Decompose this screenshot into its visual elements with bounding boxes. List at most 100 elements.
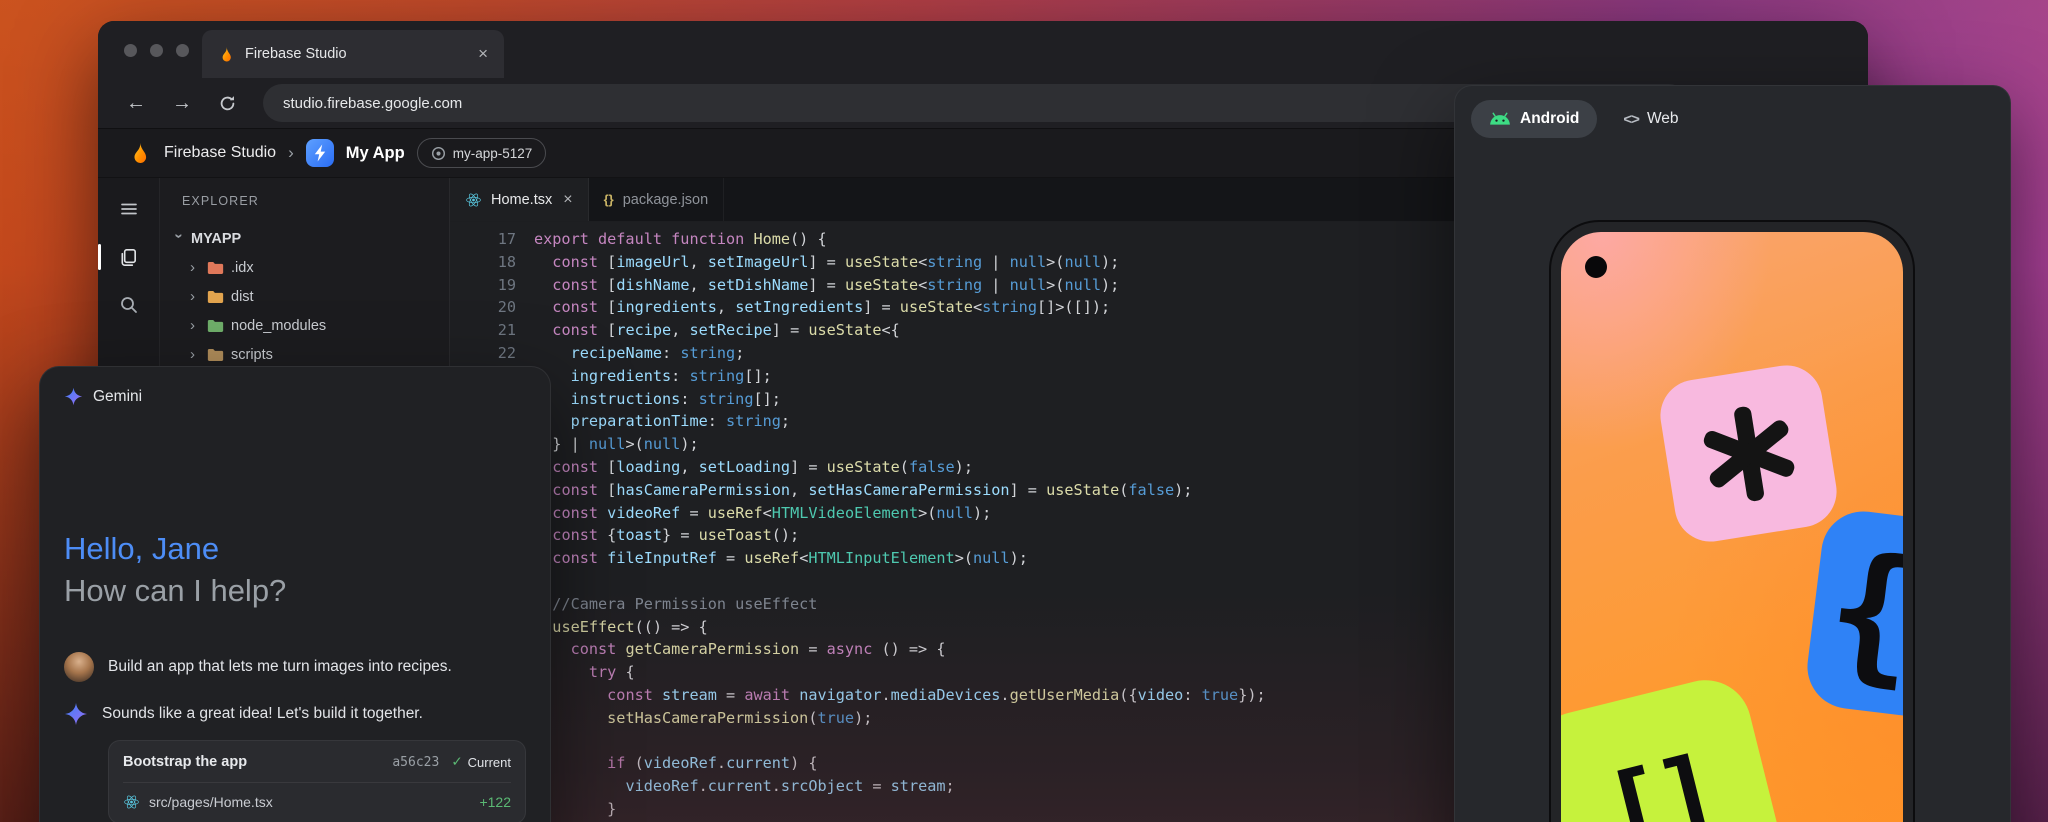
explorer-item-.idx[interactable]: ›.idx [160, 253, 449, 282]
current-badge: Current [468, 755, 511, 770]
editor-tab-home-tsx[interactable]: Home.tsx × [450, 178, 589, 221]
bootstrap-card-header: Bootstrap the app a56c23 ✓ Current [123, 754, 511, 770]
chevron-down-icon: › [171, 234, 188, 244]
device-preview-panel: Android <> Web [1454, 85, 2011, 822]
tab-close-icon[interactable]: × [563, 191, 572, 209]
window-controls [124, 44, 189, 57]
user-avatar [64, 652, 94, 682]
files-icon [118, 247, 139, 268]
bracket-glyph: [] [1594, 742, 1721, 822]
android-icon [1489, 112, 1511, 126]
bootstrap-card[interactable]: Bootstrap the app a56c23 ✓ Current src/p… [108, 740, 526, 822]
folder-icon [207, 348, 224, 362]
toggle-android-label: Android [1520, 110, 1579, 128]
window-maximize-button[interactable] [176, 44, 189, 57]
explorer-item-node_modules[interactable]: › node_modules [160, 311, 449, 340]
app-preview-screen[interactable]: { [] [1561, 232, 1903, 822]
browser-titlebar: Firebase Studio × [98, 21, 1868, 78]
explorer-item-label: .idx [231, 260, 254, 276]
app-name[interactable]: My App [346, 144, 405, 163]
explorer-title: EXPLORER [160, 194, 449, 208]
json-icon: {} [604, 192, 614, 207]
chat-message-gemini: Sounds like a great idea! Let's build it… [64, 702, 526, 726]
product-name[interactable]: Firebase Studio [164, 144, 276, 162]
brace-glyph: { [1820, 533, 1903, 691]
browser-tab[interactable]: Firebase Studio × [202, 30, 504, 78]
tab-close-icon[interactable]: × [478, 44, 488, 64]
toggle-android[interactable]: Android [1471, 100, 1597, 138]
search-view-button[interactable] [98, 288, 159, 322]
editor-tab-label: Home.tsx [491, 192, 552, 208]
react-icon [123, 794, 140, 810]
explorer-view-button[interactable] [98, 240, 159, 274]
chat-message-user: Build an app that lets me turn images in… [64, 652, 526, 682]
desktop-background: Firebase Studio × ← → studio.firebase.go… [0, 0, 2048, 822]
toggle-web[interactable]: <> Web [1623, 110, 1678, 128]
menu-button[interactable] [98, 192, 159, 226]
gemini-star-icon [64, 387, 83, 406]
firebase-favicon [218, 46, 235, 63]
explorer-item-dist[interactable]: › dist [160, 282, 449, 311]
asterisk-icon [1687, 392, 1811, 516]
folder-icon [207, 261, 224, 275]
gemini-greeting: Hello, Jane How can I help? [64, 528, 526, 612]
changed-file-row[interactable]: src/pages/Home.tsx +122 [123, 794, 511, 810]
back-icon[interactable]: ← [126, 93, 146, 113]
url-text: studio.firebase.google.com [283, 95, 462, 112]
hamburger-icon [119, 199, 139, 219]
phone-mockup: { [] [1549, 220, 1915, 822]
line-number: 22 [450, 342, 516, 365]
chat-message-text: Build an app that lets me turn images in… [108, 658, 452, 676]
breadcrumb-chevron-icon: › [288, 143, 294, 163]
editor-tab-label: package.json [623, 192, 708, 208]
blue-brace-shape: { [1803, 507, 1903, 728]
search-icon [119, 295, 139, 315]
preview-target-toggle: Android <> Web [1471, 100, 1679, 138]
explorer-item-label: dist [231, 289, 254, 305]
line-number: 19 [450, 274, 516, 297]
explorer-root-label: MYAPP [191, 231, 241, 247]
chevron-right-icon: › [190, 317, 200, 334]
chevron-right-icon: › [190, 346, 200, 363]
app-id-badge[interactable]: my-app-5127 [417, 138, 547, 168]
greeting-line-1: Hello, Jane [64, 528, 526, 570]
explorer-item-label: node_modules [231, 318, 326, 334]
editor-tab-package-json[interactable]: {} package.json [589, 178, 725, 221]
explorer-item-label: scripts [231, 347, 273, 363]
commit-hash: a56c23 [392, 755, 439, 770]
toggle-web-label: Web [1647, 110, 1679, 128]
explorer-item-scripts[interactable]: › scripts [160, 340, 449, 369]
gemini-title: Gemini [93, 388, 142, 406]
window-minimize-button[interactable] [150, 44, 163, 57]
line-number: 21 [450, 319, 516, 342]
folder-icon [207, 319, 224, 333]
bootstrap-card-title: Bootstrap the app [123, 754, 392, 770]
firebase-logo-icon [128, 141, 152, 165]
file-tree: › MYAPP ›.idx›dist›node_modules›scripts [160, 224, 449, 369]
lime-bracket-shape: [] [1561, 670, 1793, 822]
window-close-button[interactable] [124, 44, 137, 57]
greeting-line-2: How can I help? [64, 570, 526, 612]
phone-camera-dot [1585, 256, 1607, 278]
gemini-header: Gemini [64, 387, 526, 406]
explorer-tree-items: ›.idx › dist › node_modules › scripts [160, 253, 449, 369]
pink-asterisk-shape [1655, 360, 1841, 546]
code-brackets-icon: <> [1623, 111, 1639, 128]
app-id-label: my-app-5127 [453, 146, 533, 161]
chevron-right-icon: › [190, 288, 200, 305]
check-icon: ✓ [451, 754, 462, 770]
changed-file-path: src/pages/Home.tsx [149, 794, 470, 810]
gemini-panel: Gemini Hello, Jane How can I help? Build… [39, 366, 551, 822]
react-icon [465, 192, 482, 208]
chat-message-text: Sounds like a great idea! Let's build it… [102, 705, 423, 723]
card-divider [123, 782, 511, 783]
app-prototype-icon [306, 139, 334, 167]
explorer-root-folder[interactable]: › MYAPP [160, 224, 449, 253]
diff-added-count: +122 [479, 794, 511, 810]
forward-icon[interactable]: → [172, 93, 192, 113]
gemini-sparkle-icon [64, 702, 88, 726]
line-number: 18 [450, 251, 516, 274]
folder-icon [207, 290, 224, 304]
browser-tab-title: Firebase Studio [245, 46, 468, 62]
refresh-icon[interactable] [218, 94, 237, 113]
